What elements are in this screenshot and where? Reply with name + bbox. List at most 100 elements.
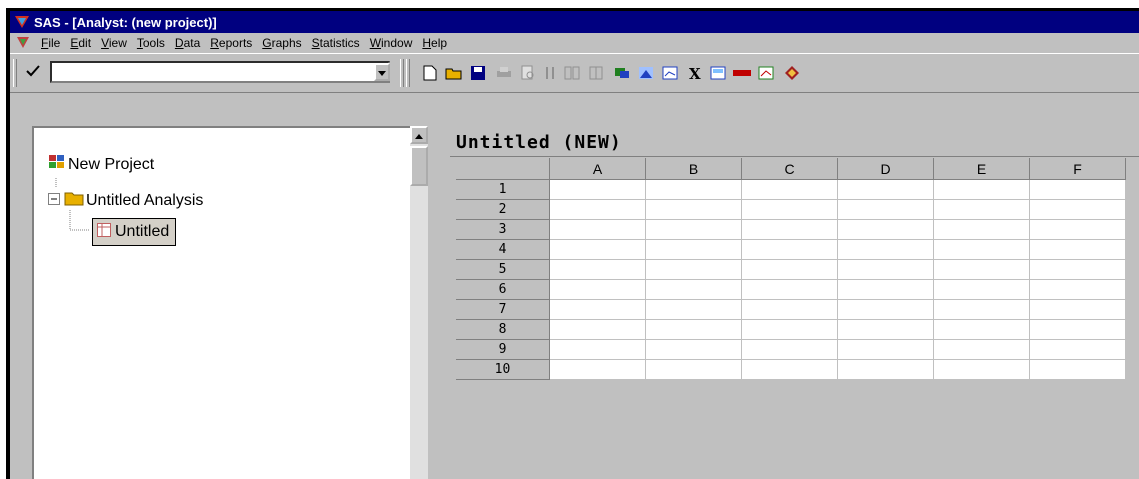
row-header[interactable]: 5 [456, 260, 550, 280]
grid-cell[interactable] [646, 340, 742, 360]
grid-cell[interactable] [550, 340, 646, 360]
print-icon[interactable] [494, 63, 514, 83]
row-header[interactable]: 4 [456, 240, 550, 260]
row-header[interactable]: 2 [456, 200, 550, 220]
grid-cell[interactable] [646, 180, 742, 200]
toolbar-grip[interactable] [13, 59, 17, 87]
grid-cell[interactable] [742, 240, 838, 260]
grid-cell[interactable] [838, 240, 934, 260]
open-folder-icon[interactable] [444, 63, 464, 83]
scatter-icon[interactable] [756, 63, 776, 83]
grid-cell[interactable] [934, 220, 1030, 240]
grid-cell[interactable] [838, 360, 934, 380]
menu-statistics[interactable]: Statistics [307, 36, 365, 50]
document-menu-icon[interactable] [16, 36, 30, 50]
scroll-up-button[interactable] [410, 126, 428, 144]
sigma-icon[interactable]: X [684, 63, 704, 83]
grid-cell[interactable] [838, 300, 934, 320]
grid-cell[interactable] [550, 300, 646, 320]
grid-cell[interactable] [646, 300, 742, 320]
grid-cell[interactable] [934, 360, 1030, 380]
columns-icon[interactable] [586, 63, 606, 83]
grid-cell[interactable] [646, 260, 742, 280]
menu-graphs[interactable]: Graphs [257, 36, 306, 50]
toolbar-grip[interactable] [406, 59, 410, 87]
grid-cell[interactable] [550, 180, 646, 200]
menu-file[interactable]: File [36, 36, 65, 50]
grid-cell[interactable] [550, 320, 646, 340]
grid-cell[interactable] [838, 220, 934, 240]
histogram-icon[interactable] [636, 63, 656, 83]
print-preview-icon[interactable] [518, 63, 538, 83]
grid-cell[interactable] [934, 240, 1030, 260]
column-header[interactable]: D [838, 158, 934, 180]
grid-cell[interactable] [646, 360, 742, 380]
row-header[interactable]: 9 [456, 340, 550, 360]
grid-cell[interactable] [838, 180, 934, 200]
grid-cell[interactable] [838, 280, 934, 300]
column-header[interactable]: A [550, 158, 646, 180]
menu-reports[interactable]: Reports [205, 36, 257, 50]
submit-command-button[interactable] [20, 60, 46, 86]
grid-cell[interactable] [550, 360, 646, 380]
grid-cell[interactable] [646, 200, 742, 220]
scroll-thumb[interactable] [410, 146, 428, 186]
sort-icon[interactable] [540, 63, 560, 83]
calculator-icon[interactable] [708, 63, 728, 83]
grid-cell[interactable] [646, 240, 742, 260]
grid-cell[interactable] [934, 280, 1030, 300]
column-header[interactable]: F [1030, 158, 1126, 180]
row-header[interactable]: 10 [456, 360, 550, 380]
grid-cell[interactable] [934, 200, 1030, 220]
column-header[interactable]: B [646, 158, 742, 180]
menu-window[interactable]: Window [365, 36, 418, 50]
column-header[interactable]: E [934, 158, 1030, 180]
help-book-icon[interactable] [782, 63, 802, 83]
grid-corner[interactable] [456, 158, 550, 180]
grid-cell[interactable] [1030, 200, 1126, 220]
collapse-icon[interactable] [48, 192, 60, 210]
grid-cell[interactable] [1030, 360, 1126, 380]
grid-cell[interactable] [934, 300, 1030, 320]
grid-cell[interactable] [550, 260, 646, 280]
row-header[interactable]: 7 [456, 300, 550, 320]
grid-cell[interactable] [934, 340, 1030, 360]
menu-edit[interactable]: Edit [65, 36, 96, 50]
grid-cell[interactable] [838, 340, 934, 360]
pval-icon[interactable] [732, 63, 752, 83]
row-header[interactable]: 6 [456, 280, 550, 300]
grid-cell[interactable] [838, 320, 934, 340]
tree-node-untitled-table[interactable]: Untitled [92, 218, 177, 246]
grid-cell[interactable] [838, 200, 934, 220]
grid-cell[interactable] [1030, 180, 1126, 200]
command-dropdown-button[interactable] [374, 63, 390, 81]
grid-cell[interactable] [1030, 300, 1126, 320]
grid-cell[interactable] [1030, 240, 1126, 260]
chart-icon[interactable] [660, 63, 680, 83]
grid-cell[interactable] [742, 340, 838, 360]
command-input[interactable] [50, 61, 390, 83]
grid-cell[interactable] [550, 240, 646, 260]
row-header[interactable]: 8 [456, 320, 550, 340]
grid-cell[interactable] [550, 220, 646, 240]
grid-cell[interactable] [742, 300, 838, 320]
save-icon[interactable] [468, 63, 488, 83]
column-header[interactable]: C [742, 158, 838, 180]
grid-cell[interactable] [1030, 220, 1126, 240]
grid-cell[interactable] [742, 360, 838, 380]
title-bar[interactable]: SAS - [Analyst: (new project)] [10, 11, 1139, 33]
new-document-icon[interactable] [420, 63, 440, 83]
grid-cell[interactable] [1030, 280, 1126, 300]
grid-cell[interactable] [550, 280, 646, 300]
tree-node-project[interactable]: New Project [48, 154, 154, 175]
row-header[interactable]: 3 [456, 220, 550, 240]
menu-view[interactable]: View [96, 36, 132, 50]
menu-tools[interactable]: Tools [132, 36, 170, 50]
grid-cell[interactable] [1030, 260, 1126, 280]
grid-cell[interactable] [838, 260, 934, 280]
grid-cell[interactable] [742, 200, 838, 220]
grid-cell[interactable] [934, 320, 1030, 340]
grid-cell[interactable] [934, 260, 1030, 280]
split-columns-icon[interactable] [562, 63, 582, 83]
grid-cell[interactable] [646, 320, 742, 340]
